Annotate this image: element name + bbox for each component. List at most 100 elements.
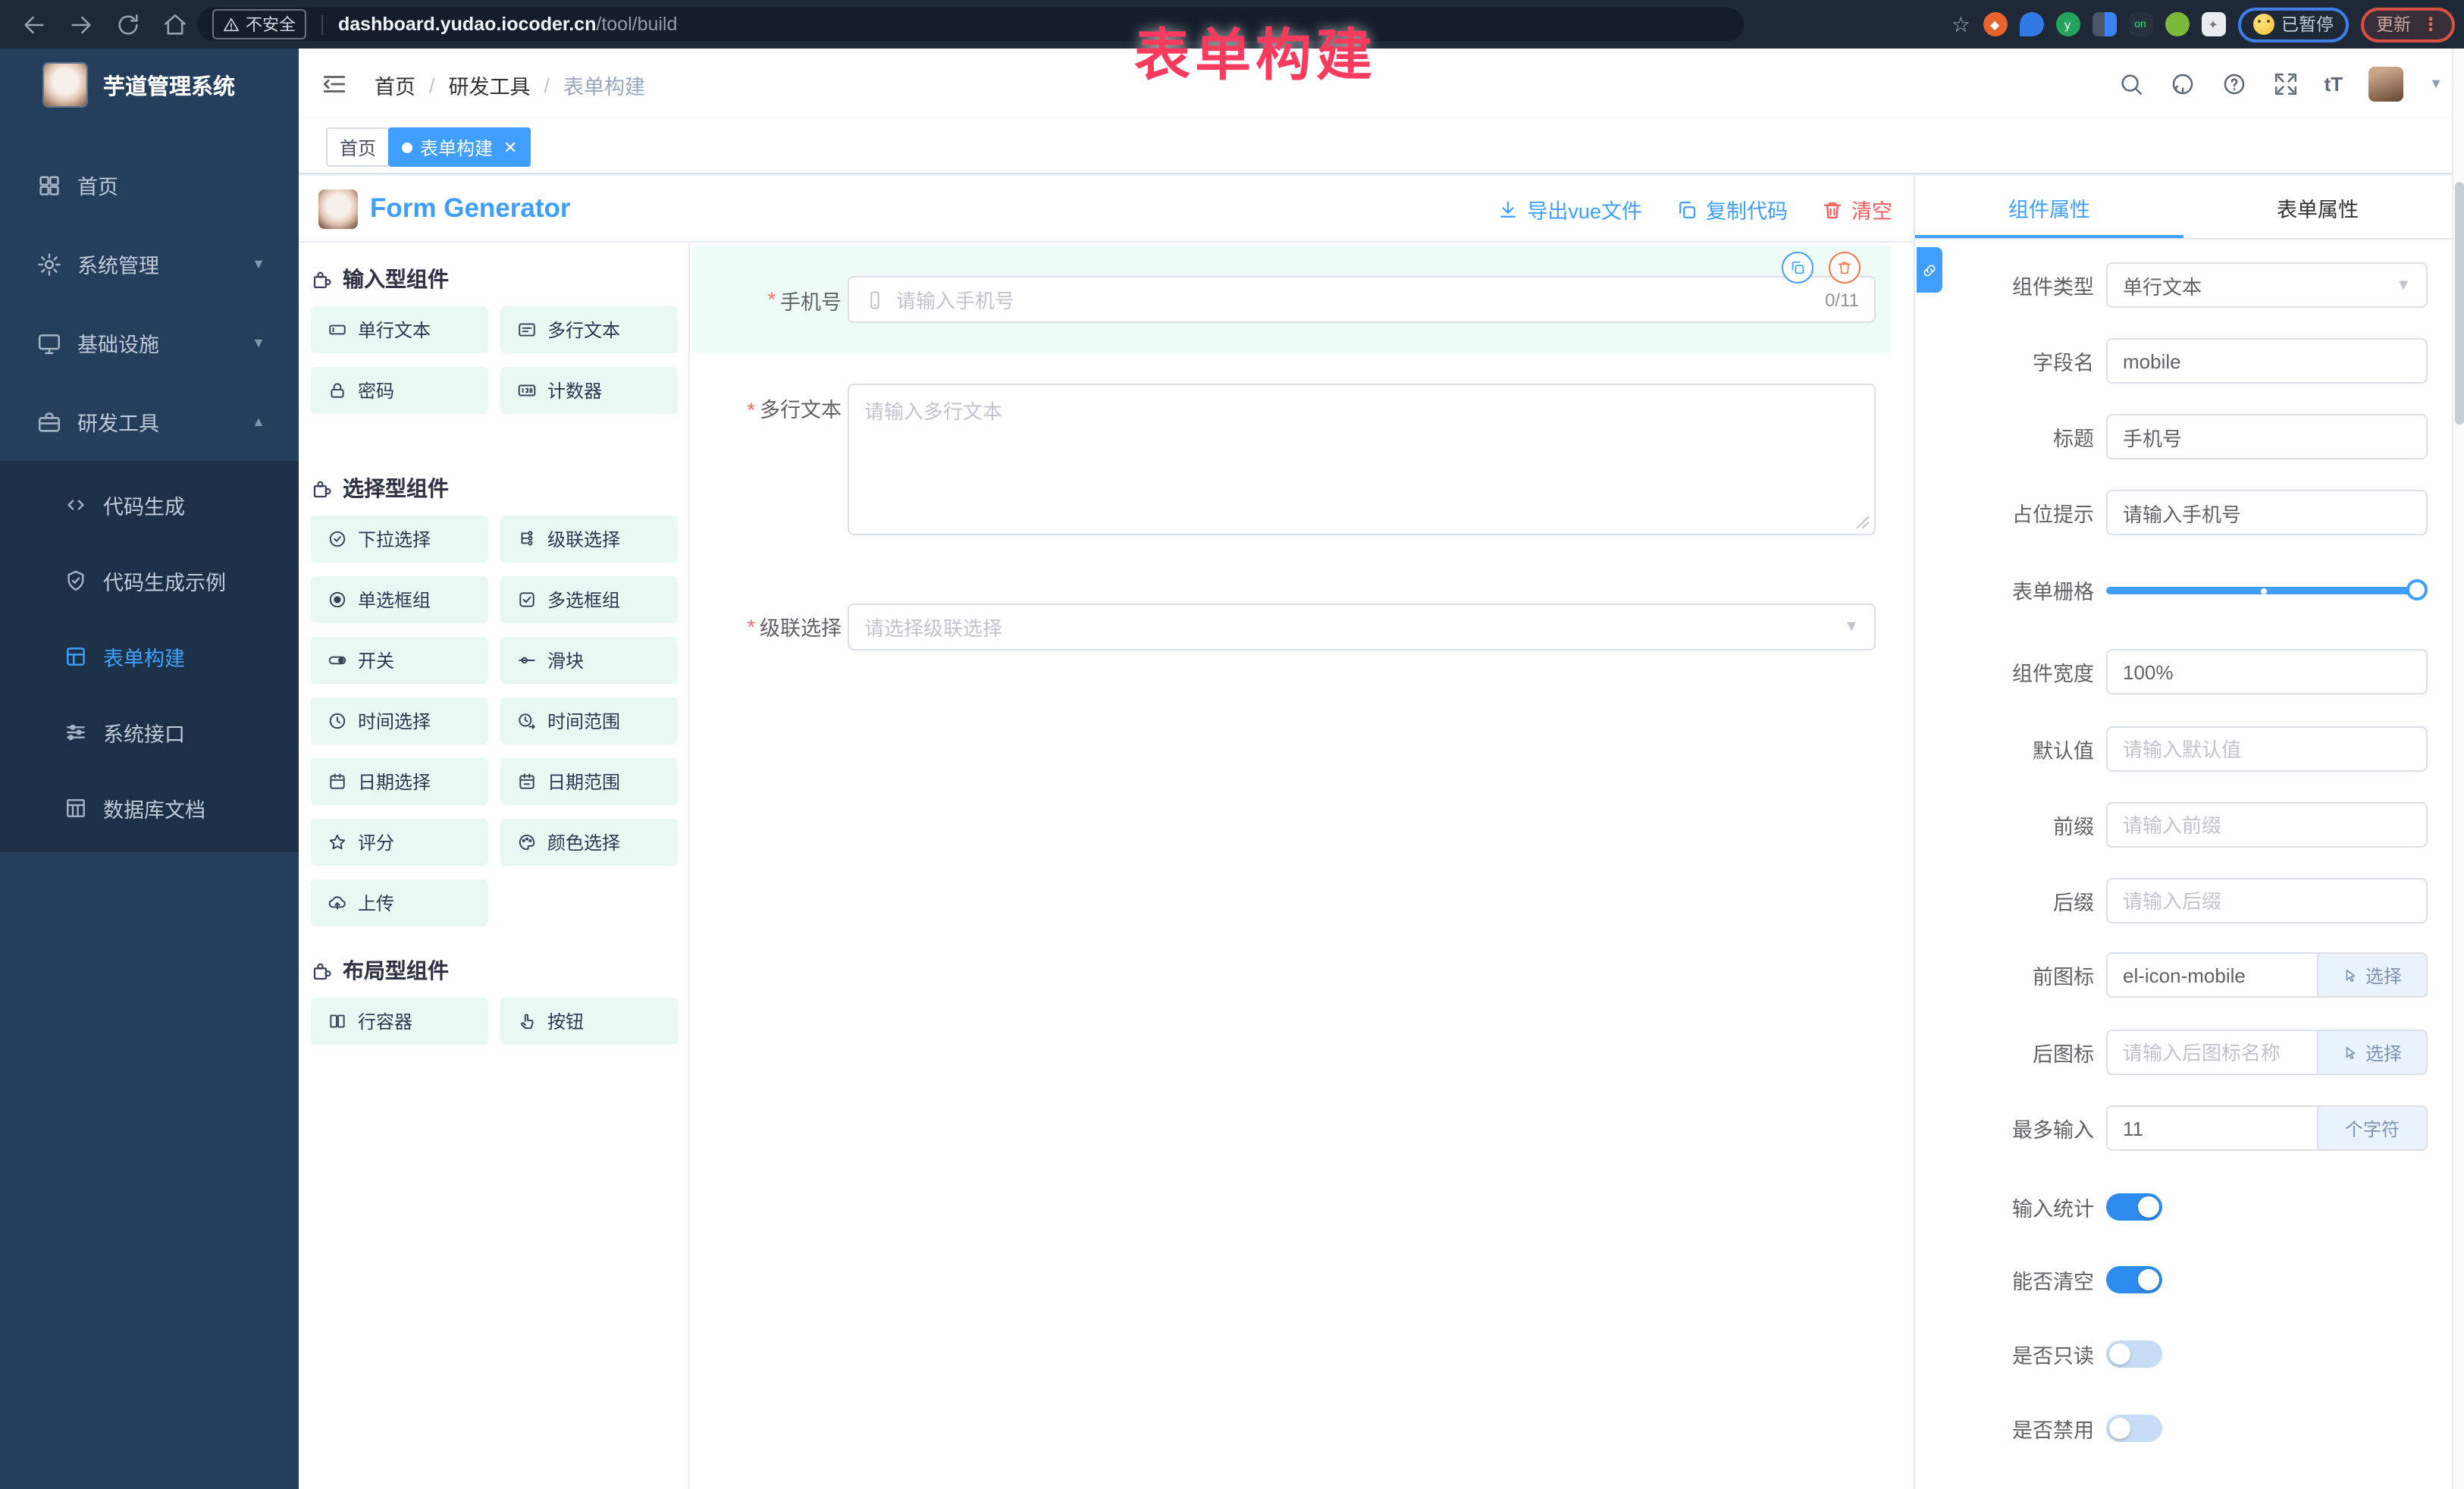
- sidebar-collapse-icon[interactable]: [320, 70, 349, 99]
- resize-handle-icon[interactable]: [1856, 516, 1870, 529]
- prefix-icon-input[interactable]: [2106, 952, 2318, 998]
- brand[interactable]: 芋道管理系统: [0, 49, 299, 121]
- sidebar-item-codegen-example[interactable]: 代码生成示例: [0, 543, 299, 619]
- sidebar-item-infra[interactable]: 基础设施 ▼: [0, 303, 299, 382]
- tag-home[interactable]: 首页: [326, 127, 390, 167]
- suffix-input[interactable]: [2106, 878, 2428, 923]
- palette-item-time-picker[interactable]: 时间选择: [311, 697, 488, 744]
- palette-item-rate[interactable]: 评分: [311, 819, 488, 866]
- user-caret-icon[interactable]: ▼: [2429, 76, 2443, 91]
- forward-icon[interactable]: [68, 11, 94, 37]
- ext-icon-4[interactable]: [2092, 12, 2116, 36]
- sidebar-item-system[interactable]: 系统管理 ▼: [0, 224, 299, 303]
- palette-item-radio-group[interactable]: 单选框组: [311, 576, 488, 623]
- home-icon[interactable]: [162, 11, 188, 37]
- font-size-icon[interactable]: tT: [2324, 72, 2343, 95]
- textarea-input[interactable]: 请输入多行文本: [848, 384, 1876, 535]
- prefix-input[interactable]: [2106, 802, 2428, 848]
- cascader-input[interactable]: 请选择级联选择 ▼: [848, 603, 1876, 650]
- suffix-icon-choose-button[interactable]: 选择: [2318, 1030, 2428, 1075]
- github-icon[interactable]: [2170, 71, 2196, 96]
- field-name: 字段名: [1915, 338, 2453, 384]
- palette-item-color-picker[interactable]: 颜色选择: [500, 819, 678, 866]
- breadcrumb-home[interactable]: 首页: [375, 70, 415, 100]
- palette-item-date-picker[interactable]: 日期选择: [311, 758, 488, 805]
- row-copy-button[interactable]: [1782, 252, 1814, 284]
- sidebar-item-system-api[interactable]: 系统接口: [0, 694, 299, 770]
- palette-item-textarea[interactable]: 多行文本: [500, 306, 678, 353]
- sidebar-item-home[interactable]: 首页: [0, 146, 299, 224]
- back-icon[interactable]: [21, 11, 47, 37]
- ext-icon-3[interactable]: y: [2055, 12, 2080, 36]
- breadcrumb-devtools[interactable]: 研发工具: [449, 70, 531, 100]
- security-label: 不安全: [246, 12, 296, 36]
- copy-code-button[interactable]: 复制代码: [1676, 194, 1788, 224]
- reload-icon[interactable]: [115, 11, 141, 37]
- row-delete-button[interactable]: [1829, 252, 1861, 284]
- fullscreen-icon[interactable]: [2273, 71, 2299, 96]
- palette-item-label: 密码: [358, 378, 394, 403]
- bookmark-star-icon[interactable]: ☆: [1951, 11, 1970, 37]
- canvas-row-cascader[interactable]: *级联选择 请选择级联选择 ▼: [693, 596, 1891, 657]
- field-name-input[interactable]: [2106, 338, 2428, 384]
- width-input[interactable]: [2106, 649, 2428, 694]
- palette-item-slider[interactable]: 滑块: [500, 637, 678, 684]
- placeholder-input[interactable]: [2106, 490, 2428, 535]
- palette-item-checkbox-group[interactable]: 多选框组: [500, 576, 678, 623]
- palette-item-cascader[interactable]: 级联选择: [500, 516, 678, 563]
- palette-item-date-range[interactable]: 日期范围: [500, 758, 678, 805]
- grid-slider[interactable]: [2106, 567, 2428, 613]
- search-icon[interactable]: [2118, 71, 2144, 96]
- palette-item-select[interactable]: 下拉选择: [311, 516, 488, 563]
- palette-item-time-range[interactable]: 时间范围: [500, 697, 678, 744]
- suffix-icon-input[interactable]: [2106, 1030, 2318, 1075]
- disabled-toggle[interactable]: [2106, 1415, 2162, 1442]
- address-bar[interactable]: 不安全 dashboard.yudao.iocoder.cn/tool/buil…: [197, 8, 1744, 41]
- sidebar-item-codegen[interactable]: 代码生成: [0, 467, 299, 543]
- browser-menu-icon[interactable]: ⋮: [2422, 14, 2440, 35]
- prefix-icon-choose-button[interactable]: 选择: [2318, 952, 2428, 998]
- clear-button[interactable]: 清空: [1821, 194, 1892, 224]
- palette-item-button[interactable]: 按钮: [500, 998, 678, 1045]
- palette-item-switch[interactable]: 开关: [311, 637, 488, 684]
- generator-logo: [318, 190, 358, 229]
- close-icon[interactable]: ✕: [503, 137, 517, 157]
- tab-component-props[interactable]: 组件属性: [1915, 176, 2183, 238]
- form-canvas[interactable]: *手机号 请输入手机号 0/11 *多行文本 请输入多行文本: [690, 243, 1914, 1489]
- readonly-toggle[interactable]: [2106, 1340, 2162, 1368]
- security-chip[interactable]: 不安全: [212, 9, 306, 39]
- canvas-row-textarea[interactable]: *多行文本 请输入多行文本: [693, 371, 1891, 553]
- component-type-select[interactable]: 单行文本 ▼: [2106, 262, 2428, 308]
- tag-form-builder[interactable]: 表单构建 ✕: [388, 127, 531, 167]
- palette-item-password[interactable]: 密码: [311, 367, 488, 414]
- help-icon[interactable]: [2221, 71, 2247, 96]
- user-avatar[interactable]: [2368, 66, 2403, 101]
- ext-icon-1[interactable]: ◆: [1983, 12, 2007, 36]
- input-stats-toggle[interactable]: [2106, 1193, 2162, 1221]
- sidebar-item-db-doc[interactable]: 数据库文档: [0, 770, 299, 846]
- clearable-toggle[interactable]: [2106, 1266, 2162, 1293]
- ext-icon-6[interactable]: [2165, 12, 2189, 36]
- slider-handle[interactable]: [2406, 579, 2428, 600]
- palette-item-number[interactable]: 计数器: [500, 367, 678, 414]
- scrollbar-thumb[interactable]: [2455, 182, 2464, 425]
- palette-item-row-container[interactable]: 行容器: [311, 998, 488, 1045]
- default-value-input[interactable]: [2106, 726, 2428, 772]
- window-scrollbar[interactable]: [2452, 49, 2464, 1489]
- tab-form-props[interactable]: 表单属性: [2183, 176, 2452, 238]
- canvas-row-mobile[interactable]: *手机号 请输入手机号 0/11: [693, 246, 1891, 353]
- sidebar-item-form-builder[interactable]: 表单构建: [0, 619, 299, 694]
- export-vue-button[interactable]: 导出vue文件: [1497, 194, 1642, 224]
- max-length-input[interactable]: [2106, 1105, 2318, 1151]
- sidebar-item-label: 数据库文档: [103, 793, 205, 823]
- profile-paused-badge[interactable]: 已暂停: [2237, 7, 2349, 42]
- mobile-input[interactable]: 请输入手机号 0/11: [848, 276, 1876, 323]
- palette-item-input-text[interactable]: 单行文本: [311, 306, 488, 353]
- palette-item-upload[interactable]: 上传: [311, 879, 488, 926]
- update-button[interactable]: 更新 ⋮: [2361, 7, 2455, 42]
- sidebar-item-devtools[interactable]: 研发工具 ▲: [0, 382, 299, 461]
- ext-icon-2[interactable]: [2019, 12, 2043, 36]
- title-input[interactable]: [2106, 414, 2428, 459]
- ext-icon-5[interactable]: on: [2128, 12, 2152, 36]
- ext-icon-7[interactable]: ✦: [2201, 12, 2225, 36]
